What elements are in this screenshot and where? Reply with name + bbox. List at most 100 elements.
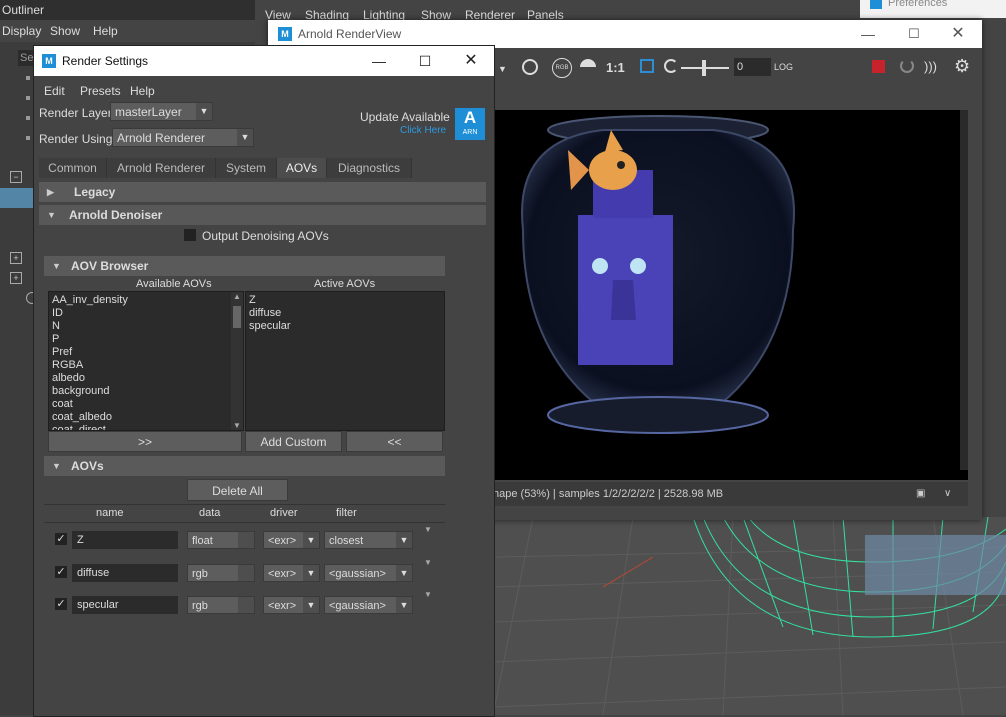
aov-filter-select[interactable]: <gaussian> ▼ <box>324 564 413 582</box>
aov-data-value: float <box>192 535 213 547</box>
section-aovs[interactable]: ▼ AOVs <box>44 456 445 476</box>
tab-diagnostics[interactable]: Diagnostics <box>327 158 412 178</box>
minimize-button[interactable]: — <box>858 24 878 44</box>
render-layer-select[interactable]: masterLayer ▼ <box>110 102 213 121</box>
available-aov-item[interactable]: coat_direct <box>49 424 243 430</box>
section-legacy[interactable]: ▶ Legacy <box>39 182 486 202</box>
rgb-channel-icon[interactable]: RGB <box>552 58 572 78</box>
available-aov-item[interactable]: coat <box>49 398 243 411</box>
menu-edit[interactable]: Edit <box>44 84 65 98</box>
region-icon[interactable] <box>522 59 538 75</box>
delete-all-button[interactable]: Delete All <box>187 479 288 501</box>
available-aov-item[interactable]: Pref <box>49 346 243 359</box>
minimize-button[interactable]: — <box>356 46 402 76</box>
add-aov-button[interactable]: >> <box>48 431 242 452</box>
active-aov-item[interactable]: diffuse <box>246 307 444 320</box>
menu-presets[interactable]: Presets <box>80 84 121 98</box>
outliner-menu-help[interactable]: Help <box>93 24 118 38</box>
outliner-menu-show[interactable]: Show <box>50 24 80 38</box>
outliner-selected-row[interactable] <box>0 188 33 208</box>
active-aovs-header: Active AOVs <box>314 278 376 290</box>
ratio-label[interactable]: 1:1 <box>606 60 625 75</box>
tab-aovs[interactable]: AOVs <box>277 158 327 178</box>
rerender-icon[interactable] <box>900 59 914 73</box>
available-aov-item[interactable]: background <box>49 385 243 398</box>
render-using-select[interactable]: Arnold Renderer ▼ <box>112 128 254 147</box>
active-aov-item[interactable]: specular <box>246 320 444 333</box>
tab-system[interactable]: System <box>216 158 277 178</box>
arnold-logo[interactable]: A ARN <box>455 108 485 140</box>
log-icon[interactable]: LOG <box>774 58 793 76</box>
click-here-link[interactable]: Click Here <box>400 125 446 136</box>
render-settings-titlebar: M Render Settings — ☐ ✕ <box>34 46 494 76</box>
maximize-button[interactable]: ☐ <box>904 24 924 44</box>
render-layer-value: masterLayer <box>115 105 182 119</box>
exposure-icon[interactable] <box>580 59 596 75</box>
aov-enabled-checkbox[interactable]: ✓ <box>55 533 67 545</box>
aov-name-field[interactable]: specular <box>72 596 178 614</box>
aov-driver-select[interactable]: <exr> ▼ <box>263 596 320 614</box>
available-aov-item[interactable]: RGBA <box>49 359 243 372</box>
expand-icon[interactable]: + <box>10 252 22 264</box>
maximize-button[interactable]: ☐ <box>402 46 448 76</box>
ipr-icon[interactable]: ))) <box>924 58 942 76</box>
scroll-up-icon[interactable]: ▲ <box>231 292 243 301</box>
aov-name-field[interactable]: diffuse <box>72 564 178 582</box>
aov-data-select[interactable]: rgb <box>187 596 255 614</box>
available-aov-item[interactable]: N <box>49 320 243 333</box>
close-button[interactable]: ✕ <box>448 46 494 76</box>
preferences-window[interactable]: Preferences <box>860 0 1006 18</box>
available-aov-item[interactable]: ID <box>49 307 243 320</box>
gear-icon[interactable]: ⚙ <box>954 56 974 76</box>
tab-arnold-renderer[interactable]: Arnold Renderer <box>107 158 216 178</box>
aov-options-icon[interactable]: ▼ <box>424 558 432 567</box>
aov-driver-select[interactable]: <exr> ▼ <box>263 531 320 549</box>
scroll-down-icon[interactable]: ▼ <box>231 421 243 430</box>
refresh-icon[interactable] <box>664 59 678 73</box>
aov-name-field[interactable]: Z <box>72 531 178 549</box>
aov-data-select[interactable]: float <box>187 531 255 549</box>
aov-data-select[interactable]: rgb <box>187 564 255 582</box>
active-aov-item[interactable]: Z <box>246 294 444 307</box>
list-scrollbar[interactable]: ▲ ▼ <box>231 292 243 430</box>
aov-data-value: rgb <box>192 600 208 612</box>
section-aov-browser[interactable]: ▼ AOV Browser <box>44 256 445 276</box>
close-button[interactable]: ✕ <box>948 24 968 44</box>
aov-filter-select[interactable]: closest ▼ <box>324 531 413 549</box>
3d-viewport[interactable] <box>493 517 1006 715</box>
menu-help[interactable]: Help <box>130 84 155 98</box>
available-aov-item[interactable]: albedo <box>49 372 243 385</box>
render-image <box>521 115 795 434</box>
aov-filter-select[interactable]: <gaussian> ▼ <box>324 596 413 614</box>
dropdown-arrow-icon[interactable]: ▼ <box>498 62 510 76</box>
stop-render-icon[interactable] <box>872 60 885 73</box>
collapse-icon[interactable]: − <box>10 171 22 183</box>
aov-enabled-checkbox[interactable]: ✓ <box>55 566 67 578</box>
scroll-thumb[interactable] <box>233 306 241 328</box>
aov-options-icon[interactable]: ▼ <box>424 590 432 599</box>
aov-options-icon[interactable]: ▼ <box>424 525 432 534</box>
crop-icon[interactable] <box>640 59 654 73</box>
snapshot-icon[interactable]: ▣ <box>916 482 925 506</box>
active-aovs-list[interactable]: Zdiffuse specular <box>245 291 445 431</box>
aov-enabled-checkbox[interactable]: ✓ <box>55 598 67 610</box>
available-aovs-list[interactable]: AA_inv_density ID N P Pref RGBA albedo backgrou… <box>48 291 244 431</box>
tab-common[interactable]: Common <box>39 158 107 178</box>
available-aov-item[interactable]: P <box>49 333 243 346</box>
output-denoising-checkbox[interactable] <box>184 229 196 241</box>
render-canvas[interactable] <box>493 110 968 480</box>
aov-driver-select[interactable]: <exr> ▼ <box>263 564 320 582</box>
chevron-down-icon[interactable]: ∨ <box>944 482 951 506</box>
exposure-slider-handle[interactable] <box>702 60 706 76</box>
available-aov-item[interactable]: coat_albedo <box>49 411 243 424</box>
expand-icon[interactable]: + <box>10 272 22 284</box>
available-aov-item[interactable]: AA_inv_density <box>49 294 243 307</box>
renderview-scrollbar[interactable] <box>960 110 968 470</box>
col-driver: driver <box>270 507 298 519</box>
outliner-menu-display[interactable]: Display <box>2 24 41 38</box>
section-browser-label: AOV Browser <box>71 259 149 273</box>
remove-aov-button[interactable]: << <box>346 431 443 452</box>
section-arnold-denoiser[interactable]: ▼ Arnold Denoiser <box>39 205 486 225</box>
add-custom-button[interactable]: Add Custom <box>245 431 342 452</box>
exposure-input[interactable]: 0 <box>734 58 771 76</box>
